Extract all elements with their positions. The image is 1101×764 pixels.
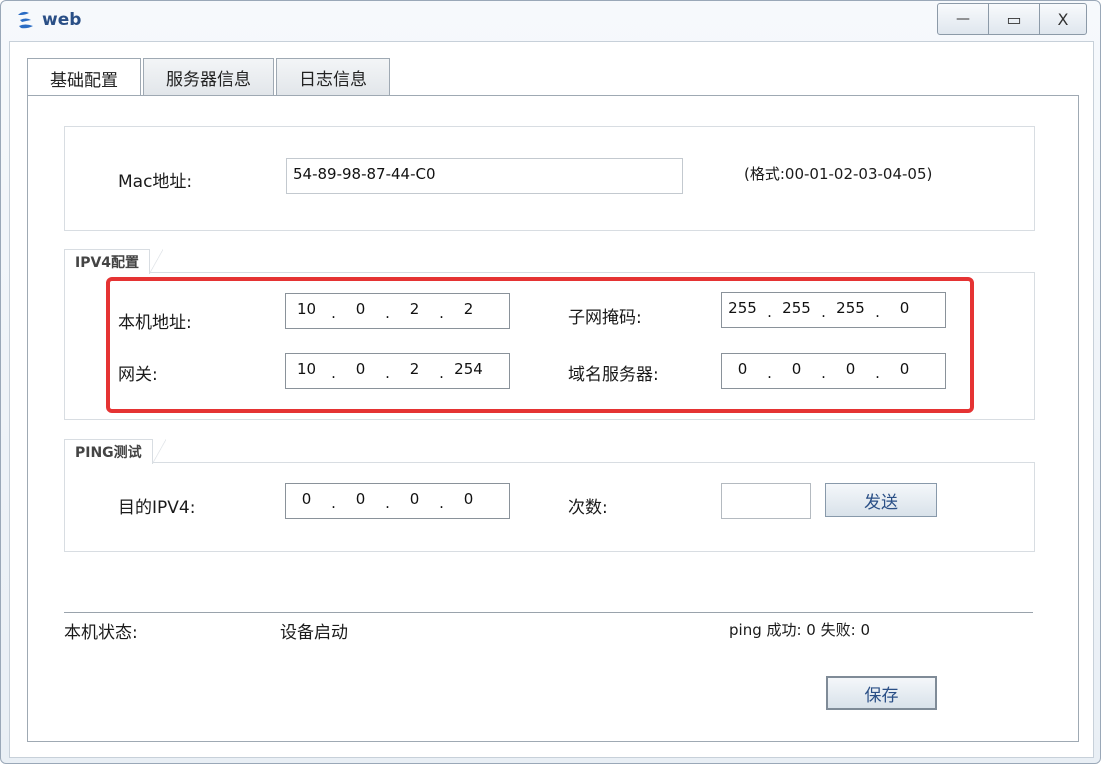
ip-octet: 0 (845, 360, 856, 378)
tab-basic-config[interactable]: 基础配置 (27, 58, 141, 97)
save-button-label: 保存 (864, 685, 899, 706)
status-value: 设备启动 (280, 623, 348, 643)
ip-octet: 255 (836, 299, 865, 317)
mac-value: 54-89-98-87-44-C0 (293, 165, 436, 183)
status-separator (64, 612, 1033, 613)
subnet-input[interactable]: 255. 255. 255. 0 (721, 292, 946, 328)
ip-dot: . (385, 304, 390, 322)
ip-octet: 255 (782, 299, 811, 317)
ip-octet: 255 (728, 299, 757, 317)
ip-octet: 0 (355, 300, 366, 318)
send-button-label: 发送 (864, 492, 898, 513)
ip-dot: . (821, 364, 826, 382)
ip-dot: . (331, 304, 336, 322)
ping-target-input[interactable]: 0. 0. 0. 0 (285, 483, 510, 519)
ping-target-label: 目的IPV4: (118, 498, 196, 518)
ip-octet: 2 (463, 300, 474, 318)
ip-octet: 0 (301, 490, 312, 508)
local-ip-input[interactable]: 10. 0. 2. 2 (285, 293, 510, 329)
gateway-label: 网关: (118, 365, 158, 385)
mac-label: Mac地址: (118, 172, 193, 192)
window-controls: — ▭ X (937, 3, 1087, 35)
app-window: web — ▭ X 基础配置 服务器信息 日志信息 Mac地址: 54-89-9… (0, 0, 1101, 764)
save-button[interactable]: 保存 (826, 676, 937, 710)
ip-octet: 0 (355, 360, 366, 378)
maximize-button[interactable]: ▭ (988, 3, 1040, 35)
title-bar[interactable]: web — ▭ X (1, 1, 1100, 41)
ip-dot: . (439, 304, 444, 322)
ip-octet: 0 (899, 360, 910, 378)
ping-result: ping 成功: 0 失败: 0 (729, 621, 870, 639)
tab-strip: 基础配置 服务器信息 日志信息 (27, 58, 392, 97)
ip-dot: . (385, 494, 390, 512)
close-button[interactable]: X (1039, 3, 1087, 35)
send-button[interactable]: 发送 (825, 483, 937, 517)
ip-octet: 0 (791, 360, 802, 378)
ip-dot: . (439, 364, 444, 382)
ip-dot: . (875, 303, 880, 321)
maximize-icon: ▭ (1006, 9, 1022, 29)
mac-input[interactable]: 54-89-98-87-44-C0 (286, 158, 683, 194)
status-label: 本机状态: (64, 623, 138, 643)
ip-dot: . (385, 364, 390, 382)
tab-server-info[interactable]: 服务器信息 (143, 58, 274, 95)
ip-dot: . (331, 364, 336, 382)
ip-octet: 10 (296, 360, 317, 378)
ip-octet: 2 (409, 360, 420, 378)
ip-octet: 2 (409, 300, 420, 318)
ip-octet: 0 (737, 360, 748, 378)
ip-octet: 0 (355, 490, 366, 508)
ping-count-label: 次数: (568, 498, 608, 518)
ip-dot: . (439, 494, 444, 512)
tab-log-info[interactable]: 日志信息 (276, 58, 390, 95)
minimize-icon: — (956, 11, 970, 27)
ipv4-group-title: IPV4配置 (64, 249, 164, 274)
ip-octet: 0 (409, 490, 420, 508)
ping-group-title: PING测试 (64, 439, 166, 464)
ping-count-input[interactable] (721, 483, 811, 519)
app-icon (18, 11, 33, 29)
gateway-input[interactable]: 10. 0. 2. 254 (285, 353, 510, 389)
close-icon: X (1057, 9, 1069, 29)
window-title: web (42, 10, 82, 30)
ip-octet: 10 (296, 300, 317, 318)
minimize-button[interactable]: — (937, 3, 989, 35)
local-ip-label: 本机地址: (118, 313, 192, 333)
ip-octet: 254 (454, 360, 483, 378)
ip-dot: . (767, 364, 772, 382)
ip-dot: . (767, 303, 772, 321)
ip-dot: . (331, 494, 336, 512)
ip-dot: . (821, 303, 826, 321)
dns-input[interactable]: 0. 0. 0. 0 (721, 353, 946, 389)
dns-label: 域名服务器: (568, 365, 659, 385)
subnet-label: 子网掩码: (568, 308, 642, 328)
mac-format-hint: (格式:00-01-02-03-04-05) (744, 165, 933, 183)
ip-dot: . (875, 364, 880, 382)
ip-octet: 0 (899, 299, 910, 317)
ip-octet: 0 (463, 490, 474, 508)
